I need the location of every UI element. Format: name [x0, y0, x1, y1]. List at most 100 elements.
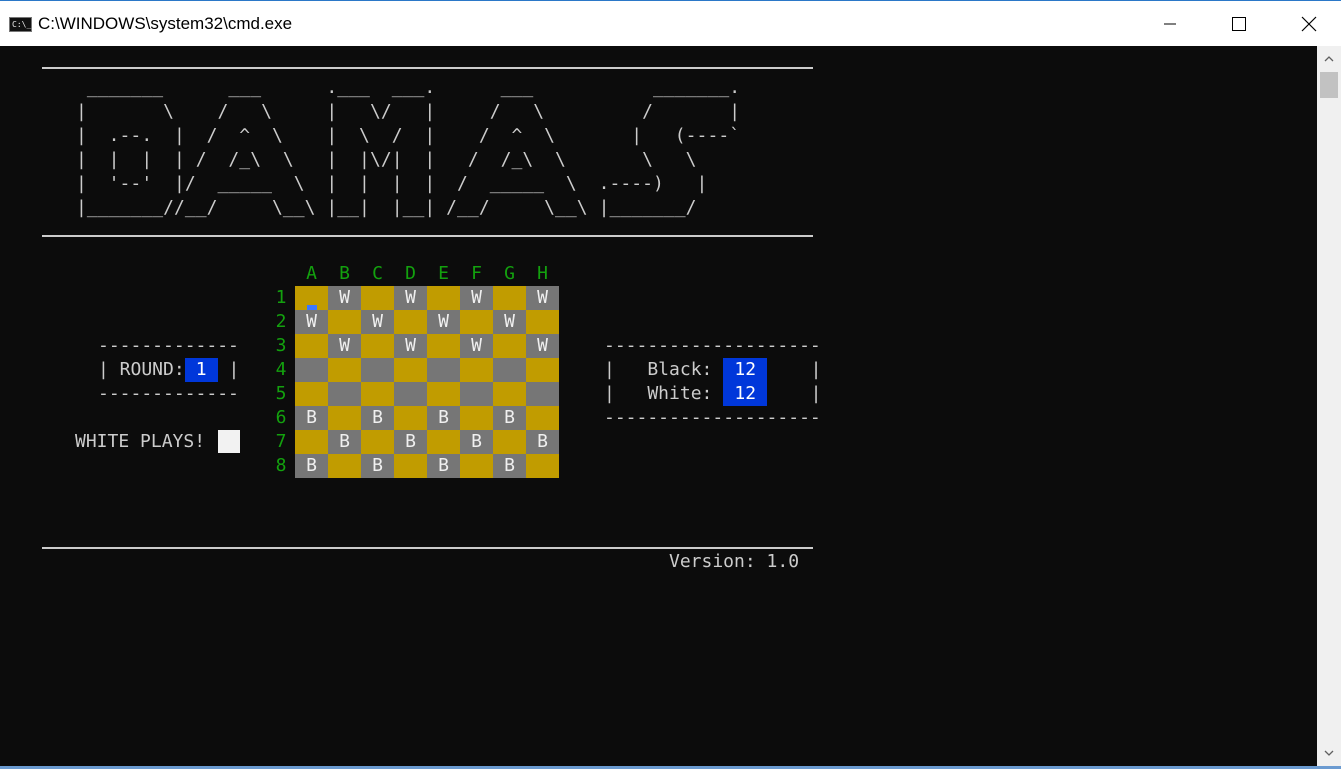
board-cell-e7[interactable] — [427, 430, 460, 454]
board-cell-f4[interactable] — [460, 358, 493, 382]
board-cell-h5[interactable] — [526, 382, 559, 406]
checkers-board[interactable]: WWWWWWWWWWWWBBBBBBBBBBBB — [295, 286, 559, 478]
board-cell-b6[interactable] — [328, 406, 361, 430]
white-piece[interactable]: W — [405, 286, 416, 310]
white-piece[interactable]: W — [438, 310, 449, 334]
board-cell-f2[interactable] — [460, 310, 493, 334]
scroll-up-button[interactable] — [1317, 46, 1341, 72]
board-cell-d7[interactable]: B — [394, 430, 427, 454]
board-cell-b7[interactable]: B — [328, 430, 361, 454]
minimize-button[interactable] — [1135, 1, 1205, 47]
board-cell-g7[interactable] — [493, 430, 526, 454]
board-cell-h3[interactable]: W — [526, 334, 559, 358]
board-cell-g5[interactable] — [493, 382, 526, 406]
board-cell-d4[interactable] — [394, 358, 427, 382]
black-piece[interactable]: B — [504, 406, 515, 430]
board-cell-f5[interactable] — [460, 382, 493, 406]
board-cell-b4[interactable] — [328, 358, 361, 382]
board-cell-d8[interactable] — [394, 454, 427, 478]
scroll-thumb[interactable] — [1320, 72, 1338, 98]
board-cell-a5[interactable] — [295, 382, 328, 406]
board-cell-d1[interactable]: W — [394, 286, 427, 310]
board-cell-h1[interactable]: W — [526, 286, 559, 310]
board-cell-g4[interactable] — [493, 358, 526, 382]
board-cell-d3[interactable]: W — [394, 334, 427, 358]
console-area[interactable]: _______ ___ .___ ___. ___ _______. | \ /… — [0, 46, 1317, 766]
board-cell-e3[interactable] — [427, 334, 460, 358]
board-cell-a2[interactable]: W — [295, 310, 328, 334]
board-cell-a4[interactable] — [295, 358, 328, 382]
white-piece[interactable]: W — [339, 334, 350, 358]
board-cell-c6[interactable]: B — [361, 406, 394, 430]
white-piece[interactable]: W — [537, 334, 548, 358]
board-cell-d2[interactable] — [394, 310, 427, 334]
board-cell-f6[interactable] — [460, 406, 493, 430]
black-piece[interactable]: B — [438, 406, 449, 430]
black-piece[interactable]: B — [471, 430, 482, 454]
maximize-button[interactable] — [1204, 1, 1274, 47]
board-cell-f8[interactable] — [460, 454, 493, 478]
white-piece[interactable]: W — [306, 310, 317, 334]
board-cell-a7[interactable] — [295, 430, 328, 454]
board-cell-h2[interactable] — [526, 310, 559, 334]
board-cell-g1[interactable] — [493, 286, 526, 310]
black-piece[interactable]: B — [438, 454, 449, 478]
white-piece[interactable]: W — [537, 286, 548, 310]
window-titlebar[interactable]: C:\_ C:\WINDOWS\system32\cmd.exe — [0, 0, 1341, 46]
board-cell-a6[interactable]: B — [295, 406, 328, 430]
board-cell-h7[interactable]: B — [526, 430, 559, 454]
white-piece[interactable]: W — [405, 334, 416, 358]
board-cell-a3[interactable] — [295, 334, 328, 358]
board-cell-c7[interactable] — [361, 430, 394, 454]
board-cell-b5[interactable] — [328, 382, 361, 406]
board-cell-h4[interactable] — [526, 358, 559, 382]
board-cell-f1[interactable]: W — [460, 286, 493, 310]
board-cell-e2[interactable]: W — [427, 310, 460, 334]
black-piece[interactable]: B — [372, 454, 383, 478]
board-cell-g2[interactable]: W — [493, 310, 526, 334]
black-piece[interactable]: B — [372, 406, 383, 430]
board-cell-b2[interactable] — [328, 310, 361, 334]
white-piece[interactable]: W — [339, 286, 350, 310]
white-piece[interactable]: W — [372, 310, 383, 334]
board-cell-c8[interactable]: B — [361, 454, 394, 478]
board-cell-c3[interactable] — [361, 334, 394, 358]
board-cell-d5[interactable] — [394, 382, 427, 406]
board-cell-f7[interactable]: B — [460, 430, 493, 454]
board-cell-a1[interactable] — [295, 286, 328, 310]
board-cell-g3[interactable] — [493, 334, 526, 358]
close-button[interactable] — [1274, 1, 1341, 47]
white-piece[interactable]: W — [471, 334, 482, 358]
black-piece[interactable]: B — [306, 406, 317, 430]
board-cell-g8[interactable]: B — [493, 454, 526, 478]
input-cursor[interactable] — [217, 430, 240, 453]
board-cell-b3[interactable]: W — [328, 334, 361, 358]
board-cell-e4[interactable] — [427, 358, 460, 382]
black-piece[interactable]: B — [405, 430, 416, 454]
board-cell-b8[interactable] — [328, 454, 361, 478]
board-cell-g6[interactable]: B — [493, 406, 526, 430]
board-cell-e5[interactable] — [427, 382, 460, 406]
black-piece[interactable]: B — [339, 430, 350, 454]
board-cell-e6[interactable]: B — [427, 406, 460, 430]
scroll-down-button[interactable] — [1317, 740, 1341, 766]
white-piece[interactable]: W — [504, 310, 515, 334]
board-cell-h6[interactable] — [526, 406, 559, 430]
board-cell-h8[interactable] — [526, 454, 559, 478]
board-cell-c4[interactable] — [361, 358, 394, 382]
board-cell-a8[interactable]: B — [295, 454, 328, 478]
board-cell-f3[interactable]: W — [460, 334, 493, 358]
vertical-scrollbar[interactable] — [1317, 46, 1341, 766]
black-piece[interactable]: B — [537, 430, 548, 454]
black-piece[interactable]: B — [504, 454, 515, 478]
board-cell-e1[interactable] — [427, 286, 460, 310]
board-cell-c2[interactable]: W — [361, 310, 394, 334]
white-piece[interactable]: W — [471, 286, 482, 310]
board-cell-c5[interactable] — [361, 382, 394, 406]
cmd-app-icon[interactable]: C:\_ — [9, 17, 32, 32]
board-cell-e8[interactable]: B — [427, 454, 460, 478]
board-cell-c1[interactable] — [361, 286, 394, 310]
board-cell-b1[interactable]: W — [328, 286, 361, 310]
board-cell-d6[interactable] — [394, 406, 427, 430]
black-piece[interactable]: B — [306, 454, 317, 478]
